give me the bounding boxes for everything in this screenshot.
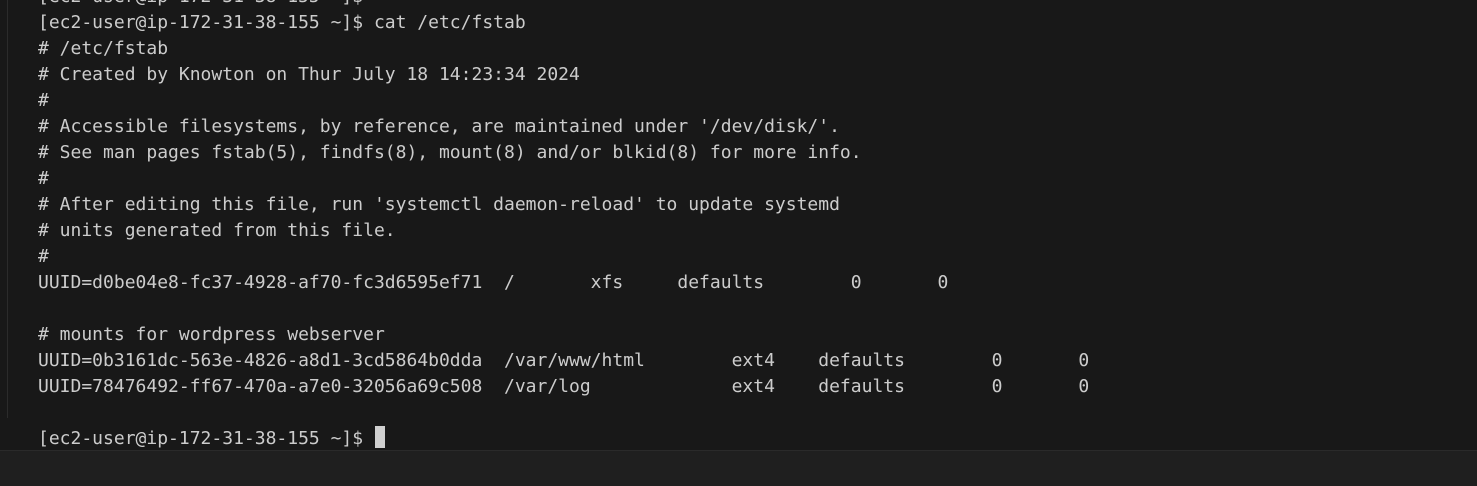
terminal-line-comment: #: [38, 90, 49, 111]
terminal-line-comment: # /etc/fstab: [38, 38, 169, 59]
terminal-line-comment: # See man pages fstab(5), findfs(8), mou…: [38, 142, 862, 163]
terminal-output: [ec2-user@ip-172-31-38-155 ~]$ [ec2-user…: [38, 0, 1089, 450]
terminal-line-blank: [38, 400, 1089, 426]
terminal-line-comment: # mounts for wordpress webserver: [38, 324, 385, 345]
fstab-entry-root: UUID=d0be04e8-fc37-4928-af70-fc3d6595ef7…: [38, 272, 949, 293]
terminal-line-comment: #: [38, 168, 49, 189]
terminal-line-comment: # Accessible filesystems, by reference, …: [38, 116, 840, 137]
terminal-prompt: [ec2-user@ip-172-31-38-155 ~]$: [38, 428, 374, 449]
terminal-line-prev-prompt: [ec2-user@ip-172-31-38-155 ~]$: [38, 0, 1089, 10]
fstab-entry-var-www-html: UUID=0b3161dc-563e-4826-a8d1-3cd5864b0dd…: [38, 350, 1090, 371]
terminal-line-blank: [38, 296, 1089, 322]
terminal-prompt-line[interactable]: [ec2-user@ip-172-31-38-155 ~]$: [38, 426, 1089, 450]
terminal-line-comment: #: [38, 246, 49, 267]
terminal-window[interactable]: [ec2-user@ip-172-31-38-155 ~]$ [ec2-user…: [0, 0, 1477, 450]
terminal-line-comment: # Created by Knowton on Thur July 18 14:…: [38, 64, 580, 85]
terminal-line-command: [ec2-user@ip-172-31-38-155 ~]$ cat /etc/…: [38, 12, 526, 33]
panel-bottom-border: [0, 450, 1477, 486]
terminal-line-comment: # units generated from this file.: [38, 220, 396, 241]
terminal-line-comment: # After editing this file, run 'systemct…: [38, 194, 840, 215]
fstab-entry-var-log: UUID=78476492-ff67-470a-a7e0-32056a69c50…: [38, 376, 1090, 397]
terminal-cursor: [374, 426, 385, 448]
terminal-gutter-divider: [7, 0, 8, 418]
